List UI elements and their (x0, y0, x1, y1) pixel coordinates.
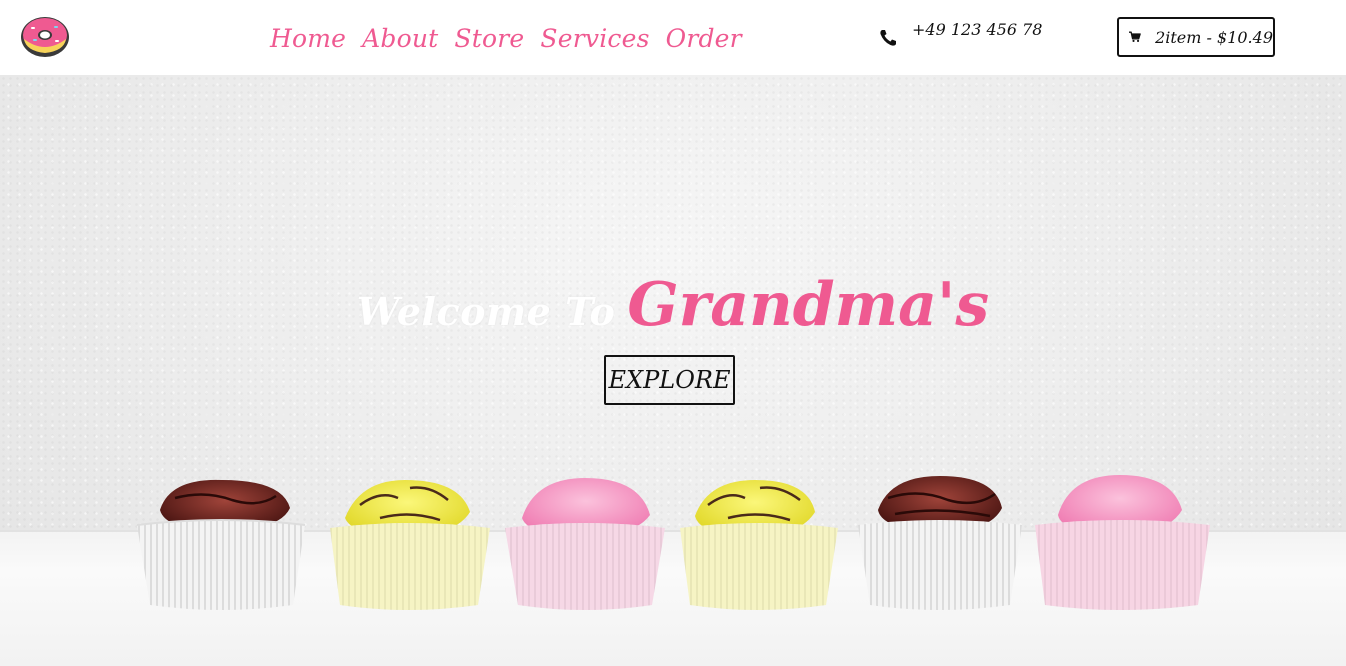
explore-button[interactable]: EXPLORE (604, 355, 735, 405)
phone-icon (880, 30, 896, 46)
cupcake-pink-2 (1035, 475, 1210, 610)
shopping-cart-icon (1129, 31, 1141, 43)
hero-title: Welcome To Grandma's (0, 270, 1346, 340)
nav-home-link[interactable]: Home (270, 24, 346, 53)
nav-about-link[interactable]: About (362, 24, 438, 53)
nav-order-link[interactable]: Order (666, 24, 742, 53)
main-nav: Home About Store Services Order (270, 18, 742, 58)
phone-contact[interactable]: +49 123 456 78 (878, 17, 1043, 46)
donut-logo-icon[interactable] (19, 15, 71, 59)
cart-summary: 2item - $10.49 (1155, 27, 1273, 47)
hero-welcome-text: Welcome To (356, 289, 616, 334)
cart-button[interactable]: 2item - $10.49 (1117, 17, 1275, 57)
site-header: Home About Store Services Order +49 123 … (0, 0, 1346, 75)
cupcake-pink-1 (505, 478, 665, 610)
cupcake-yellow-2 (680, 480, 838, 610)
hero-banner: Welcome To Grandma's EXPLORE (0, 75, 1346, 666)
nav-services-link[interactable]: Services (540, 24, 649, 53)
hero-brand-text: Grandma's (627, 270, 990, 340)
phone-number: +49 123 456 78 (912, 19, 1043, 39)
cupcake-chocolate-2 (858, 476, 1022, 610)
nav-store-link[interactable]: Store (454, 24, 524, 53)
cupcakes-image (136, 475, 1210, 610)
cupcake-chocolate-1 (136, 479, 306, 610)
cupcake-yellow-1 (330, 480, 490, 610)
